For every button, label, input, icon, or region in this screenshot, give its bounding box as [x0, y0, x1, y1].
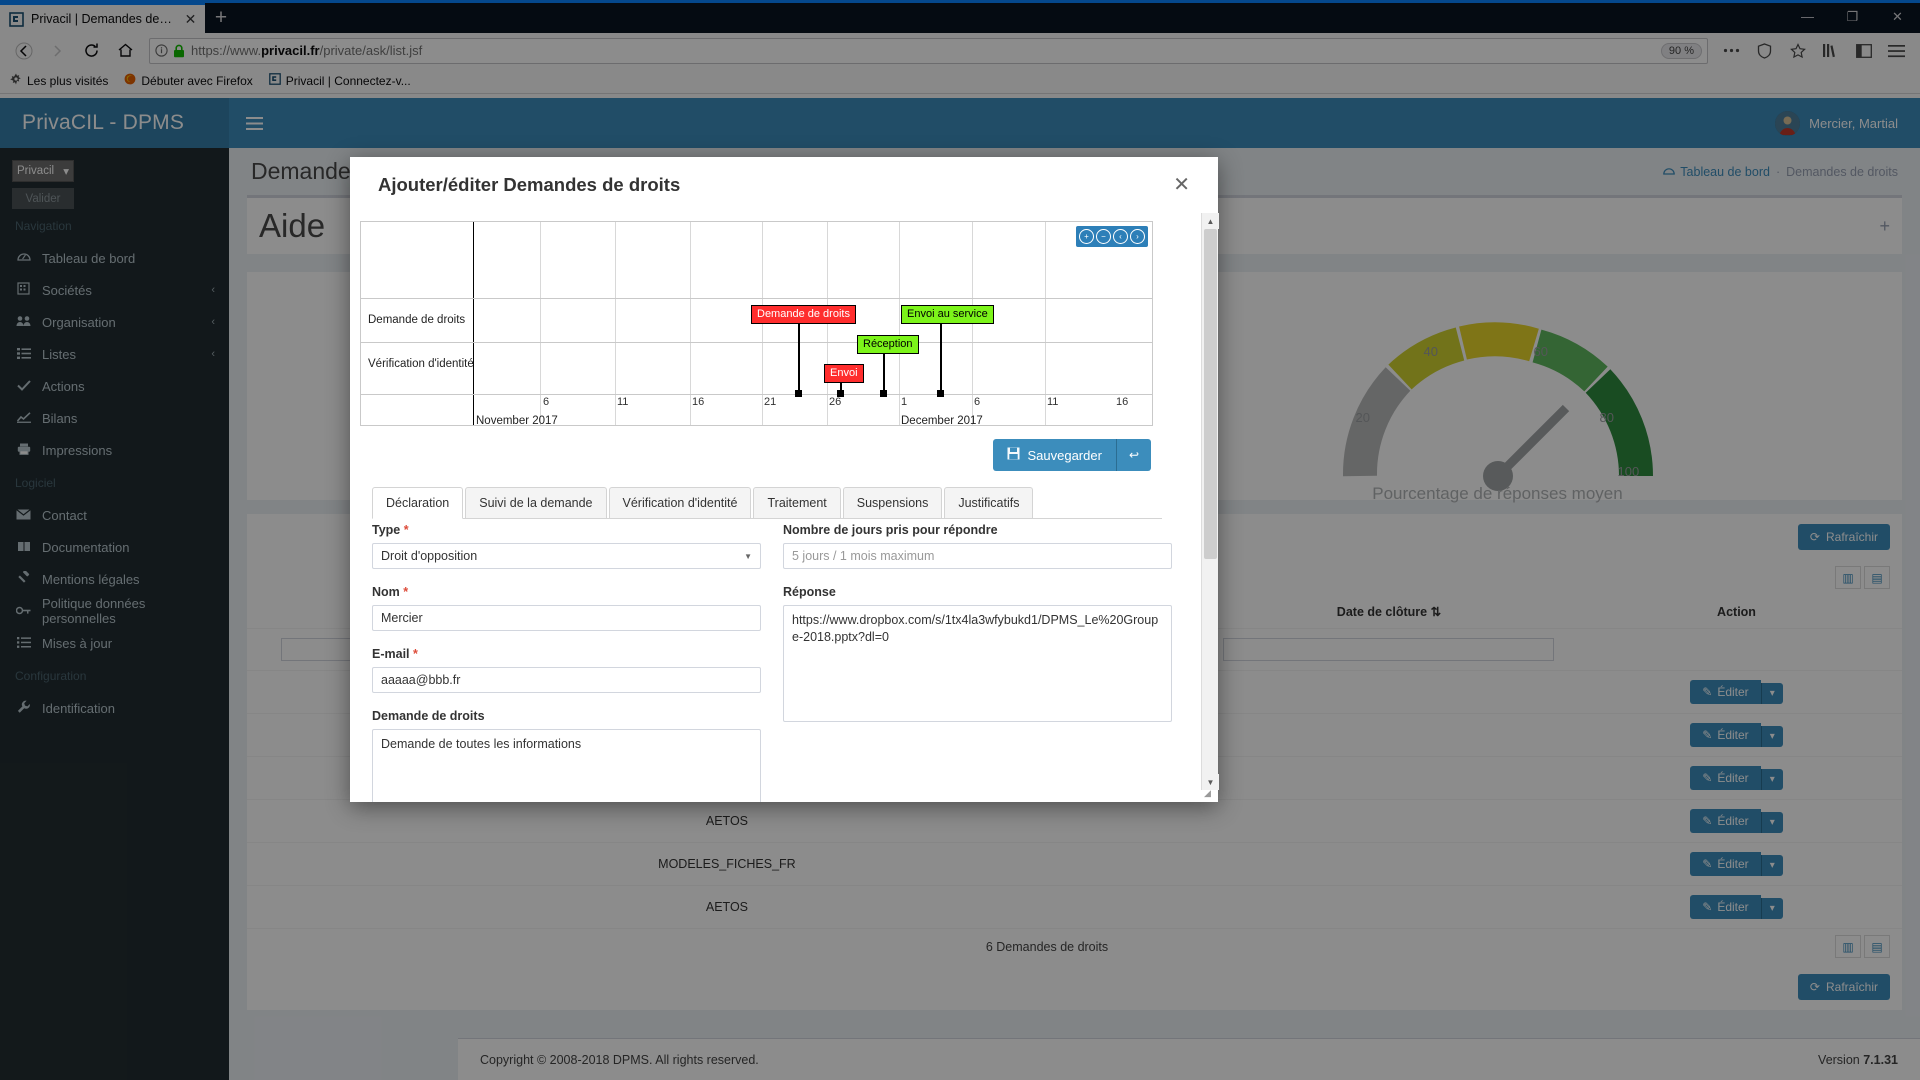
tab-verification-identite[interactable]: Vérification d'identité: [608, 487, 752, 518]
required-marker: *: [403, 523, 409, 537]
type-select[interactable]: Droit d'opposition ▼: [372, 543, 761, 569]
gantt-axis-tick: 6: [974, 396, 981, 408]
gantt-row-label-verification: Vérification d'identité: [368, 358, 474, 370]
pan-left-icon[interactable]: ‹: [1113, 229, 1128, 244]
zoom-in-icon[interactable]: +: [1079, 229, 1094, 244]
reponse-label: Réponse: [783, 585, 836, 599]
gantt-axis-tick: 11: [1047, 396, 1059, 408]
gantt-milestone-demande-de-droits[interactable]: Demande de droits: [751, 305, 856, 324]
gantt-milestone-envoi-au-service[interactable]: Envoi au service: [901, 305, 994, 324]
gantt-axis-tick: 16: [692, 396, 705, 408]
gantt-axis-tick: 11: [617, 396, 629, 408]
pan-right-icon[interactable]: ›: [1130, 229, 1145, 244]
modal-body: Demande de droits Vérification d'identit…: [350, 213, 1218, 802]
modal-header: Ajouter/éditer Demandes de droits ✕: [350, 157, 1218, 213]
required-marker: *: [413, 647, 418, 661]
gantt-milestone-envoi[interactable]: Envoi: [824, 364, 864, 383]
gantt-axis-tick: 26: [829, 396, 842, 408]
gantt-month-label: December 2017: [901, 415, 983, 427]
modal-title: Ajouter/éditer Demandes de droits: [378, 174, 681, 195]
chevron-down-icon: ▼: [744, 551, 752, 561]
tab-suivi-de-la-demande[interactable]: Suivi de la demande: [465, 487, 607, 518]
gantt-axis-tick: 6: [543, 396, 550, 408]
gantt-chart: Demande de droits Vérification d'identit…: [360, 221, 1153, 427]
nom-label: Nom *: [372, 585, 409, 599]
edit-request-modal: Ajouter/éditer Demandes de droits ✕ ▲ ▼ …: [350, 157, 1219, 802]
field-reponse: Réponse https://www.dropbox.com/s/1tx4la…: [783, 585, 1172, 722]
declaration-form: Type * Droit d'opposition ▼ Nom * Mercie…: [372, 523, 1172, 802]
email-label: E-mail *: [372, 647, 418, 661]
gantt-axis-tick: 21: [764, 396, 777, 408]
modal-action-row: Sauvegarder ↩: [350, 439, 1218, 471]
gantt-month-label: November 2017: [476, 415, 558, 427]
field-email: E-mail * aaaaa@bbb.fr: [372, 647, 761, 693]
field-nom: Nom * Mercier: [372, 585, 761, 631]
gantt-milestone-reception[interactable]: Réception: [857, 335, 919, 354]
form-column-right: Nombre de jours pris pour répondre 5 jou…: [783, 523, 1172, 802]
reponse-textarea[interactable]: https://www.dropbox.com/s/1tx4la3wfybukd…: [783, 605, 1172, 722]
undo-button[interactable]: ↩: [1115, 439, 1151, 471]
field-type: Type * Droit d'opposition ▼: [372, 523, 761, 569]
field-jours: Nombre de jours pris pour répondre 5 jou…: [783, 523, 1172, 569]
modal-tabs: Déclaration Suivi de la demande Vérifica…: [372, 487, 1162, 519]
save-label: Sauvegarder: [1027, 447, 1102, 463]
field-demande: Demande de droits Demande de toutes les …: [372, 709, 761, 802]
tab-declaration[interactable]: Déclaration: [372, 487, 464, 519]
tab-justificatifs[interactable]: Justificatifs: [944, 487, 1034, 518]
demande-label: Demande de droits: [372, 709, 485, 723]
tab-suspensions[interactable]: Suspensions: [842, 487, 943, 518]
email-input[interactable]: aaaaa@bbb.fr: [372, 667, 761, 693]
gantt-toolbar: + − ‹ ›: [1076, 226, 1148, 247]
type-label: Type *: [372, 523, 409, 537]
close-icon[interactable]: ✕: [1173, 175, 1190, 195]
gantt-row-label-demande: Demande de droits: [368, 314, 466, 326]
required-marker: *: [403, 585, 409, 599]
gantt-axis-tick: 1: [901, 396, 908, 408]
demande-textarea[interactable]: Demande de toutes les informations: [372, 729, 761, 802]
gantt-axis-tick: 16: [1116, 396, 1129, 408]
type-value: Droit d'opposition: [381, 549, 478, 563]
jours-input[interactable]: 5 jours / 1 mois maximum: [783, 543, 1172, 569]
nom-input[interactable]: Mercier: [372, 605, 761, 631]
zoom-out-icon[interactable]: −: [1096, 229, 1111, 244]
jours-label: Nombre de jours pris pour répondre: [783, 523, 998, 537]
save-button[interactable]: Sauvegarder: [993, 439, 1116, 471]
tab-traitement[interactable]: Traitement: [753, 487, 841, 518]
form-column-left: Type * Droit d'opposition ▼ Nom * Mercie…: [372, 523, 761, 802]
floppy-disk-icon: [1007, 447, 1020, 463]
